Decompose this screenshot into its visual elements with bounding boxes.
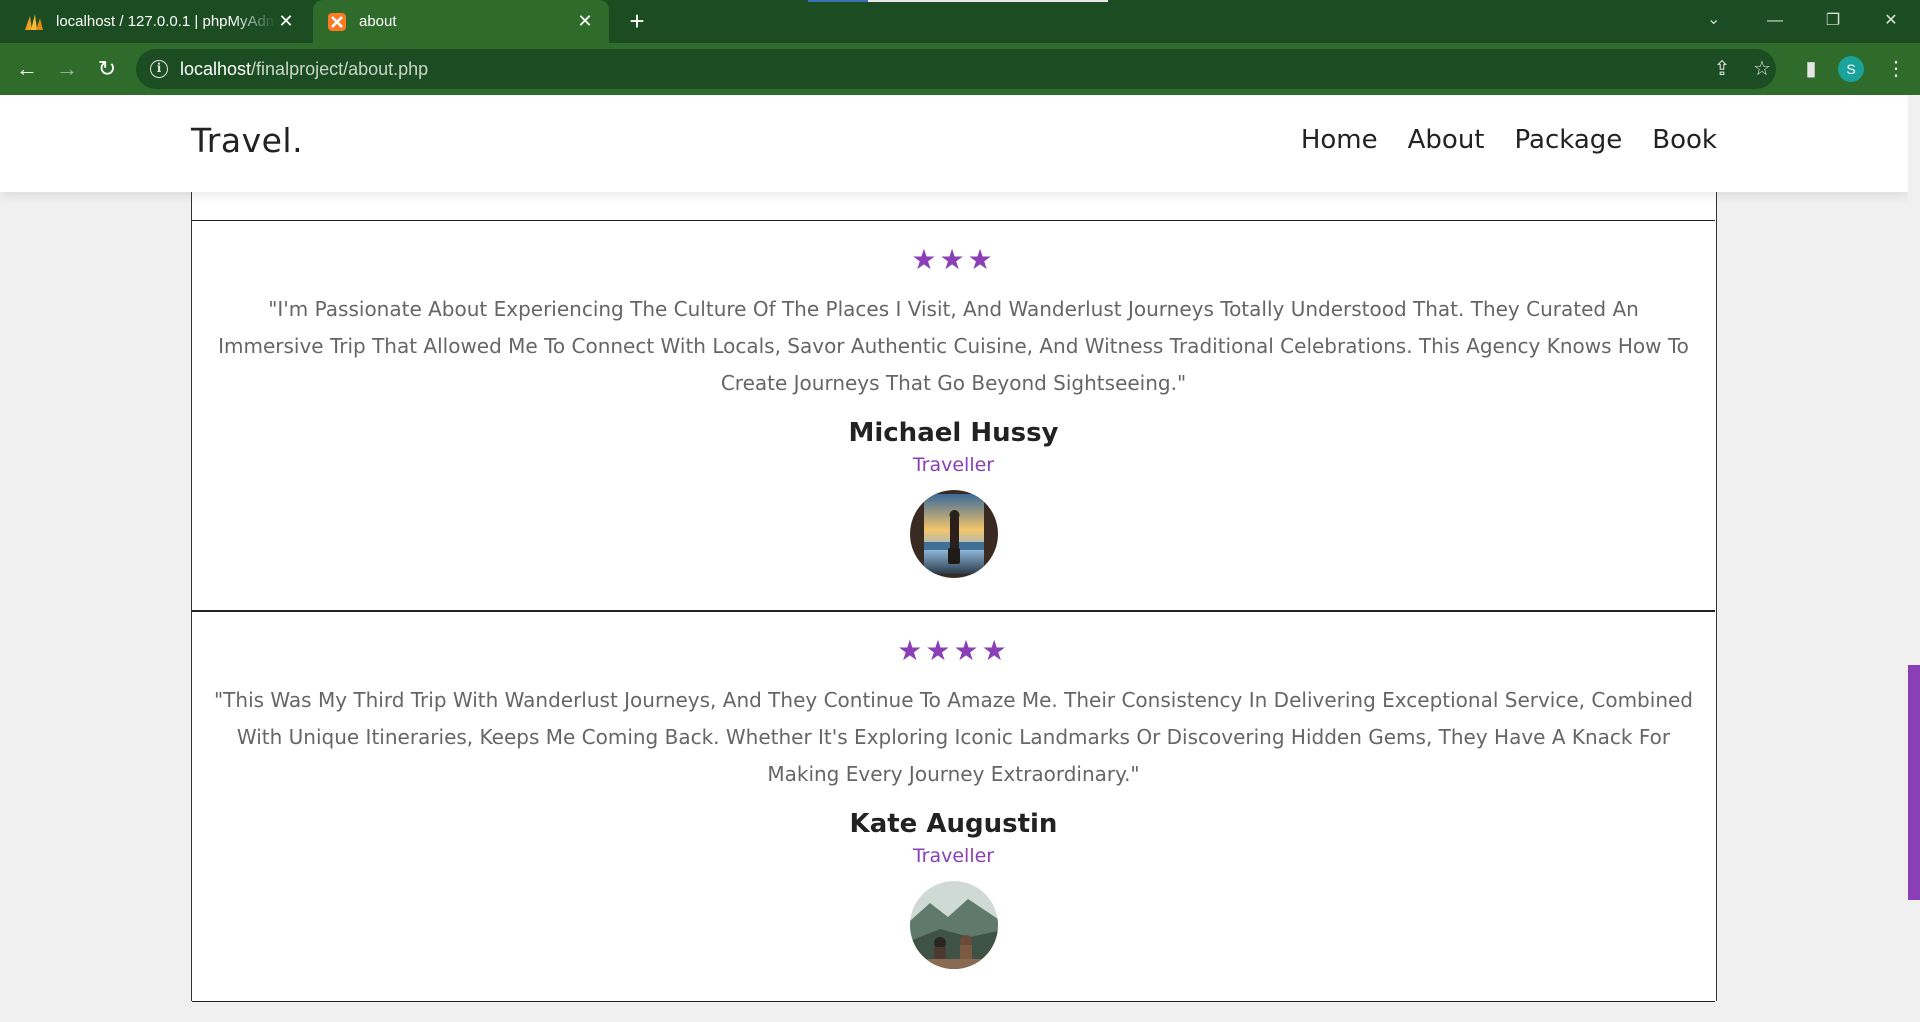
site-info-icon[interactable]: i bbox=[150, 60, 168, 78]
close-icon[interactable]: ✕ bbox=[276, 11, 296, 32]
forward-arrow-icon[interactable]: → bbox=[51, 53, 83, 85]
page-viewport: ★★★ "I'm Passionate About Experiencing T… bbox=[0, 95, 1908, 1022]
phpmyadmin-icon bbox=[24, 12, 44, 32]
reviewer-name: Kate Augustin bbox=[849, 809, 1058, 839]
review-quote: "This Was My Third Trip With Wanderlust … bbox=[213, 688, 1693, 786]
review-card: ★★★★ "This Was My Third Trip With Wander… bbox=[192, 611, 1715, 1002]
xampp-icon bbox=[327, 12, 347, 32]
site-nav: Home About Package Book bbox=[1271, 125, 1717, 155]
page-scrollbar[interactable] bbox=[1908, 95, 1920, 1022]
address-bar[interactable]: i localhost/finalproject/about.php bbox=[136, 49, 1776, 89]
review-card: ★★★ "I'm Passionate About Experiencing T… bbox=[192, 220, 1715, 611]
browser-tab-strip: localhost / 127.0.0.1 | phpMyAdmin ✕ abo… bbox=[0, 0, 1920, 43]
profile-avatar[interactable]: S bbox=[1838, 56, 1864, 82]
reviewer-name: Michael Hussy bbox=[848, 418, 1059, 448]
nav-link-book[interactable]: Book bbox=[1652, 125, 1717, 155]
reviewer-avatar bbox=[909, 490, 998, 578]
site-logo[interactable]: Travel. bbox=[191, 121, 303, 160]
star-rating: ★★★★ bbox=[897, 635, 1010, 666]
menu-kebab-icon[interactable]: ⋮ bbox=[1880, 53, 1912, 85]
minimize-button[interactable]: — bbox=[1752, 4, 1798, 38]
reload-icon[interactable]: ↻ bbox=[91, 53, 123, 85]
site-header: Travel. Home About Package Book bbox=[0, 95, 1908, 192]
close-window-button[interactable]: ✕ bbox=[1868, 4, 1914, 38]
close-icon[interactable]: ✕ bbox=[575, 11, 595, 32]
share-icon[interactable]: ⇪ bbox=[1706, 53, 1738, 85]
side-panel-icon[interactable]: ▮ bbox=[1795, 53, 1827, 85]
restore-button[interactable]: ❐ bbox=[1810, 4, 1856, 38]
star-rating: ★★★ bbox=[911, 244, 996, 275]
back-arrow-icon[interactable]: ← bbox=[11, 53, 43, 85]
nav-link-package[interactable]: Package bbox=[1515, 125, 1623, 155]
tab-phpmyadmin[interactable]: localhost / 127.0.0.1 | phpMyAdmin ✕ bbox=[10, 0, 310, 43]
bookmark-star-icon[interactable]: ☆ bbox=[1746, 53, 1778, 85]
tab-title: localhost / 127.0.0.1 | phpMyAdmin bbox=[56, 13, 276, 30]
reviewer-avatar bbox=[909, 881, 998, 969]
loading-indicator bbox=[808, 0, 1108, 2]
review-quote: "I'm Passionate About Experiencing The C… bbox=[218, 297, 1689, 395]
browser-toolbar: ← → ↻ i localhost/finalproject/about.php… bbox=[0, 43, 1920, 95]
tab-about[interactable]: about ✕ bbox=[313, 0, 609, 43]
nav-link-home[interactable]: Home bbox=[1301, 125, 1378, 155]
new-tab-button[interactable]: + bbox=[622, 6, 652, 36]
tab-search-chevron-icon[interactable]: ⌄ bbox=[1707, 9, 1720, 29]
reviewer-role: Traveller bbox=[912, 845, 995, 867]
tab-title: about bbox=[359, 13, 397, 30]
nav-link-about[interactable]: About bbox=[1408, 125, 1485, 155]
reviews-section: ★★★ "I'm Passionate About Experiencing T… bbox=[191, 95, 1717, 1002]
scrollbar-thumb[interactable] bbox=[1908, 665, 1920, 900]
address-url: localhost/finalproject/about.php bbox=[180, 58, 429, 79]
reviewer-role: Traveller bbox=[912, 454, 995, 476]
